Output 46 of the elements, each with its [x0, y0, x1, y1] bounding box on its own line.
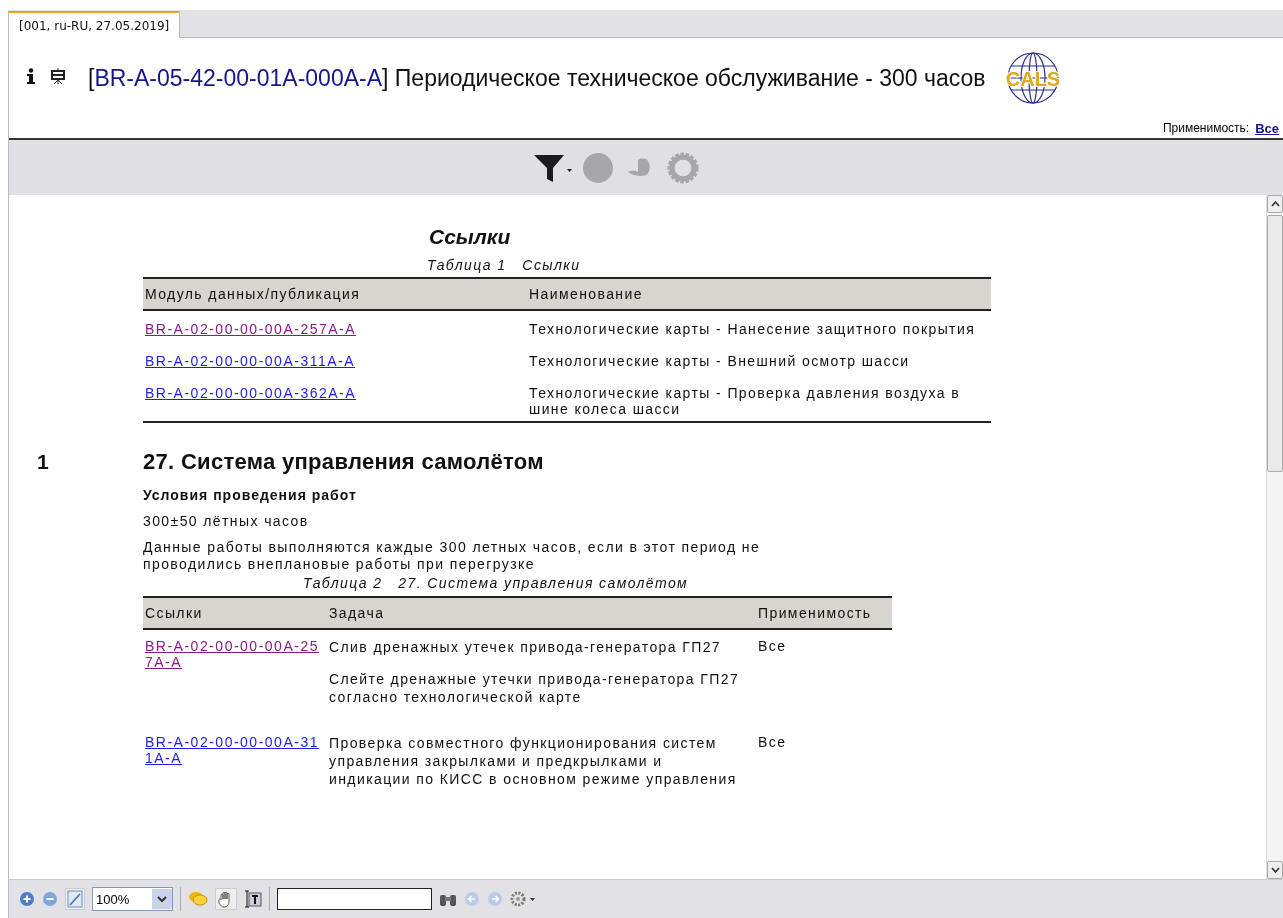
column-header: Наименование: [527, 278, 991, 310]
document-tab[interactable]: [001, ru-RU, 27.05.2019]: [8, 11, 181, 38]
table-cell: Все: [758, 638, 787, 654]
table-cell: Технологические карты - Нанесение защитного покрытия: [529, 321, 976, 337]
task-text: Слив дренажных утечек привода-генератора ГП27: [329, 638, 723, 656]
table-cell: Технологические карты - Внешний осмотр шасси: [529, 353, 910, 369]
vertical-scrollbar[interactable]: [1266, 195, 1283, 879]
column-header: Задача: [327, 597, 756, 629]
scroll-up-button[interactable]: [1267, 195, 1283, 213]
data-module-link[interactable]: BR-A-02-00-00-00A-362A-A: [145, 385, 357, 401]
settings-icon[interactable]: [510, 890, 536, 908]
search-field[interactable]: [277, 888, 432, 910]
data-module-link[interactable]: BR-A-02-00-00-00A-257A-A: [145, 321, 357, 337]
table-caption: Таблица 1 Ссылки: [427, 257, 582, 273]
document-title: [BR-A-05-42-00-01A-000A-A] Периодическое техническое обслуживание - 300 часов: [88, 64, 986, 92]
column-header: Ссылки: [143, 597, 327, 629]
zoom-out-icon[interactable]: [42, 891, 58, 907]
conditions-value: 300±50 лётных часов: [143, 513, 310, 529]
table-caption: Таблица 2 27. Система управления самолётом: [303, 575, 690, 591]
zoom-in-icon[interactable]: [19, 891, 35, 907]
zoom-select[interactable]: 100%: [92, 887, 173, 911]
scroll-down-button[interactable]: [1267, 861, 1283, 879]
section-number: 1: [36, 450, 52, 474]
hand-tool-icon[interactable]: [215, 888, 237, 910]
table-cell: Все: [758, 734, 787, 750]
actual-size-icon[interactable]: [65, 888, 85, 910]
data-module-link[interactable]: BR-A-02-00-00-00A-311A-A: [145, 353, 356, 369]
data-module-link[interactable]: BR-A-02-00-00-00A-257A-A: [145, 638, 325, 670]
table-cell: Технологические карты - Проверка давления воздуха в шине колеса шасси: [529, 385, 960, 417]
task-text: Слейте дренажные утечки привода-генератора ГП27 согласно технологической карте: [329, 670, 741, 706]
task-text: Проверка совместного функционирования систем управления закрылками и предкрылками и индикации по КИСС в основном режиме управления: [329, 734, 738, 788]
applicability-label: Применимость:: [1162, 121, 1250, 135]
scroll-thumb[interactable]: [1267, 215, 1283, 472]
column-header: Применимость: [756, 597, 892, 629]
chevron-down-icon: [157, 895, 167, 903]
applicability-link[interactable]: Все: [1255, 120, 1279, 136]
text-select-icon[interactable]: [244, 890, 262, 908]
chevron-up-icon: [1270, 201, 1280, 207]
dropdown-button[interactable]: [152, 889, 172, 909]
section-heading: 27. Система управления самолётом: [143, 449, 544, 475]
chevron-down-icon: [1270, 867, 1280, 873]
data-module-link[interactable]: BR-A-02-00-00-00A-311A-A: [145, 734, 325, 766]
references-heading: Ссылки: [429, 225, 512, 249]
column-header: Модуль данных/публикация: [143, 278, 527, 310]
conditions-heading: Условия проведения работ: [143, 487, 358, 503]
description-paragraph: Данные работы выполняются каждые 300 летных часов, если в этот период не проводились внеплановые работы при перегрузке: [143, 539, 762, 573]
